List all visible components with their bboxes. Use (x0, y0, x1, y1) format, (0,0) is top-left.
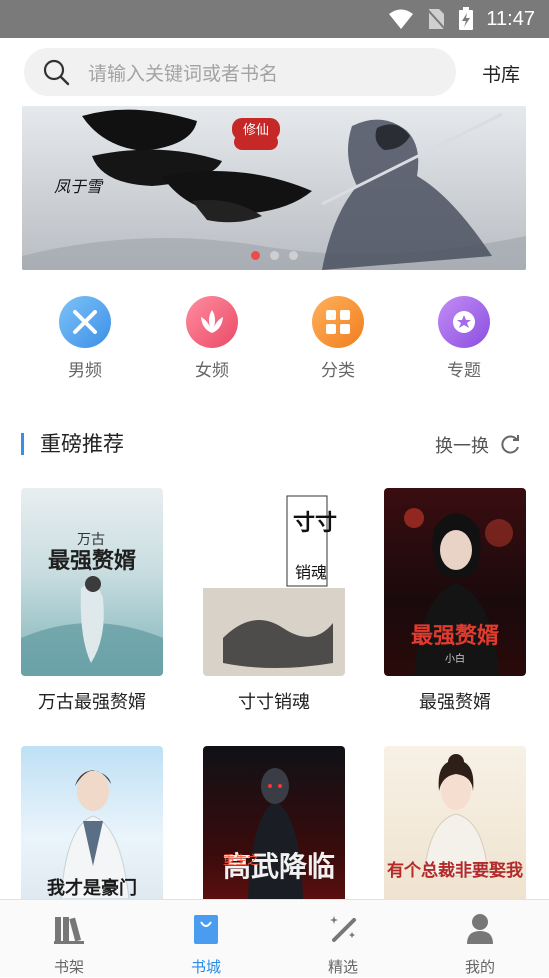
category-classify[interactable]: 分类 (298, 296, 378, 381)
book-card[interactable]: 有个总裁非要娶我 (384, 746, 526, 899)
carousel-dot[interactable] (288, 251, 298, 260)
book-title: 寸寸销魂 (238, 692, 310, 713)
cover-title: 最强赘婿 (411, 623, 499, 649)
tab-bookstore[interactable]: 书城 (151, 900, 261, 978)
bookshelf-icon (54, 917, 84, 944)
cover-title: 我才是豪门 (47, 877, 137, 899)
category-label: 分类 (321, 361, 355, 381)
banner-artwork: 修仙 凤于雪 (22, 106, 526, 270)
cover-subtitle: 万古 (77, 532, 105, 548)
tab-mine[interactable]: 我的 (425, 900, 535, 978)
banner-tag: 修仙 (243, 123, 269, 138)
book-card[interactable]: 我才是豪门 (21, 746, 163, 899)
tab-label: 我的 (464, 958, 495, 976)
tab-label: 精选 (327, 958, 358, 976)
book-title: 万古最强赘婿 (38, 692, 146, 713)
banner-carousel[interactable]: 修仙 凤于雪 (22, 106, 526, 270)
book-cover: 我才是豪门 (21, 746, 163, 899)
status-bar: 11:47 (0, 0, 549, 38)
category-label: 男频 (68, 361, 102, 381)
tab-bookshelf[interactable]: 书架 (14, 900, 124, 978)
category-male[interactable]: 男频 (45, 296, 125, 381)
grid-icon (312, 296, 364, 348)
magic-wand-icon (330, 916, 356, 942)
medal-icon (438, 296, 490, 348)
book-cover: 寸寸 销魂 (203, 488, 345, 676)
tab-featured[interactable]: 精选 (288, 900, 398, 978)
cover-subtitle: 小白 (445, 652, 465, 665)
wifi-icon (389, 9, 414, 29)
bottom-tab-bar: 书架 书城 精选 我的 (0, 899, 549, 977)
search-placeholder: 请输入关键词或者书名 (88, 62, 279, 85)
category-label: 专题 (447, 361, 481, 381)
section-accent-bar (21, 433, 24, 455)
carousel-dot[interactable] (269, 251, 279, 260)
cover-subtitle: 销魂 (295, 563, 327, 582)
search-row: 请输入关键词或者书名 书库 (0, 38, 549, 104)
clock: 11:47 (486, 7, 535, 30)
category-label: 女频 (195, 361, 229, 381)
book-title: 最强赘婿 (419, 692, 491, 713)
swap-label: 换一换 (435, 436, 489, 457)
book-cover: 最强赘婿 小白 (384, 488, 526, 676)
carousel-indicators (22, 251, 526, 260)
category-row: 男频 女频 分类 专题 (0, 296, 549, 386)
book-card[interactable]: 最强赘婿 万古 万古最强赘婿 (21, 488, 163, 714)
cover-title: 有个总裁非要娶我 (387, 860, 523, 881)
no-sim-icon (426, 8, 447, 30)
battery-charging-icon (459, 7, 474, 30)
section-header: 重磅推荐 换一换 (0, 424, 549, 464)
carousel-dot[interactable] (250, 251, 260, 260)
section-title: 重磅推荐 (40, 432, 124, 456)
cover-title: 寸寸 (293, 510, 337, 536)
category-topic[interactable]: 专题 (424, 296, 504, 381)
cover-subtitle: 重生之 (223, 853, 259, 867)
banner-author: 凤于雪 (54, 177, 104, 196)
lotus-icon (186, 296, 238, 348)
book-card[interactable]: 高武降临 重生之 (203, 746, 345, 899)
search-icon (43, 59, 70, 86)
swap-button[interactable]: 换一换 (435, 432, 521, 458)
book-cover: 高武降临 重生之 (203, 746, 345, 899)
store-bag-icon (194, 915, 218, 944)
search-input[interactable]: 请输入关键词或者书名 (24, 48, 456, 96)
category-female[interactable]: 女频 (172, 296, 252, 381)
book-card[interactable]: 最强赘婿 小白 最强赘婿 (384, 488, 526, 714)
book-cover: 最强赘婿 万古 (21, 488, 163, 676)
tab-label: 书城 (190, 958, 221, 976)
cover-title: 最强赘婿 (48, 548, 136, 574)
swords-icon (59, 296, 111, 348)
book-cover: 有个总裁非要娶我 (384, 746, 526, 899)
refresh-icon (501, 435, 519, 454)
book-card[interactable]: 寸寸 销魂 寸寸销魂 (203, 488, 345, 714)
user-icon (467, 914, 493, 944)
library-link[interactable]: 书库 (482, 60, 520, 87)
tab-label: 书架 (53, 958, 84, 976)
